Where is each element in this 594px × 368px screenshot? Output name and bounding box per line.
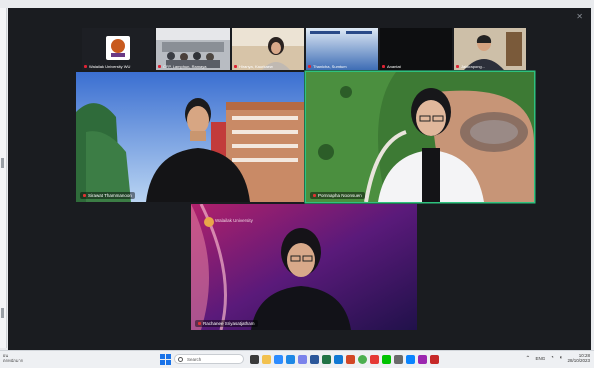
photos-app-icon[interactable] xyxy=(418,355,427,364)
powerpoint-app-icon[interactable] xyxy=(346,355,355,364)
thumbnail-blank[interactable]: Anantat xyxy=(380,28,452,70)
video-tile-speaker-3[interactable]: Walailak University Rachanee Sriyasatjat… xyxy=(191,204,417,330)
store-app-icon[interactable] xyxy=(406,355,415,364)
weather-widget[interactable]: ฝน ตกหนักมาก xyxy=(3,353,23,363)
thumbnail-woman[interactable]: Hiranya, Kaurkaew xyxy=(232,28,304,70)
participant-name-label: Pornnapha Noonsuen xyxy=(310,192,365,199)
thumbnail-strip: Walailak University WU CFP, Lamphun, Ram… xyxy=(8,8,591,76)
volume-icon[interactable]: ◖ xyxy=(559,355,563,361)
thumbnail-org[interactable]: Walailak University WU xyxy=(82,28,154,70)
video-tile-speaker-1[interactable]: Sirawat Thammanoon xyxy=(76,72,304,202)
thumbnail-label: Jakkrapong... xyxy=(456,64,524,69)
participant-video-icon xyxy=(76,72,304,202)
pdf-app-icon[interactable] xyxy=(430,355,439,364)
meeting-window: ✕ Walailak University WU CFP, Lamphun, R… xyxy=(8,8,591,350)
excel-app-icon[interactable] xyxy=(322,355,331,364)
word-app-icon[interactable] xyxy=(310,355,319,364)
clock-date: 28/10/2023 xyxy=(567,358,590,363)
taskbar: ฝน ตกหนักมาก Search ⌃ ENG ◔ ◖ 10:28 28/1… xyxy=(0,350,594,368)
thumbnail-man[interactable]: Jakkrapong... xyxy=(454,28,526,70)
thumbnail-label: Thanicha, Sumtum xyxy=(308,64,376,69)
chevron-up-icon[interactable]: ⌃ xyxy=(525,355,530,362)
settings-app-icon[interactable] xyxy=(394,355,403,364)
video-tile-speaker-2[interactable]: Pornnapha Noonsuen xyxy=(306,72,534,202)
participant-name-label: Sirawat Thammanoon xyxy=(80,192,135,199)
outlook-app-icon[interactable] xyxy=(334,355,343,364)
search-placeholder: Search xyxy=(187,357,202,362)
wifi-icon[interactable]: ◔ xyxy=(550,355,554,361)
participant-name-label: Rachanee Sriyasatjatham xyxy=(195,320,258,327)
chrome-browser-icon[interactable] xyxy=(358,355,367,364)
thumbnail-label: Anantat xyxy=(382,64,450,69)
left-window-edge xyxy=(0,8,7,348)
edge-browser-icon[interactable] xyxy=(286,355,295,364)
participant-video-icon xyxy=(306,72,534,202)
teams-app-icon[interactable] xyxy=(298,355,307,364)
thumbnail-label: Walailak University WU xyxy=(84,64,152,69)
search-icon xyxy=(178,357,183,362)
file-explorer-icon[interactable] xyxy=(262,355,271,364)
thumbnail-label: Hiranya, Kaurkaew xyxy=(234,64,302,69)
screen: ✕ Walailak University WU CFP, Lamphun, R… xyxy=(0,0,594,368)
edge-marker xyxy=(1,158,4,168)
mic-muted-icon xyxy=(313,194,316,198)
system-tray: ⌃ ENG ◔ ◖ 10:28 28/10/2023 xyxy=(525,353,590,363)
zoom-app-icon[interactable] xyxy=(274,355,283,364)
taskbar-search-input[interactable]: Search xyxy=(174,354,244,364)
weather-line: ตกหนักมาก xyxy=(3,358,24,363)
thumbnail-slide[interactable]: Thanicha, Sumtum xyxy=(306,28,378,70)
thumbnail-group[interactable]: CFP, Lamphun, Ramaya xyxy=(156,28,230,70)
line-app-icon[interactable] xyxy=(382,355,391,364)
background-caption: Walailak University xyxy=(215,218,253,223)
input-language[interactable]: ENG xyxy=(535,356,545,361)
thumbnail-label: CFP, Lamphun, Ramaya xyxy=(158,64,228,69)
media-app-icon[interactable] xyxy=(370,355,379,364)
task-view-icon[interactable] xyxy=(250,355,259,364)
mic-muted-icon xyxy=(198,322,201,326)
clock[interactable]: 10:28 28/10/2023 xyxy=(567,353,590,363)
windows-start-icon[interactable] xyxy=(160,354,171,365)
edge-marker xyxy=(1,308,4,318)
mic-muted-icon xyxy=(83,194,86,198)
